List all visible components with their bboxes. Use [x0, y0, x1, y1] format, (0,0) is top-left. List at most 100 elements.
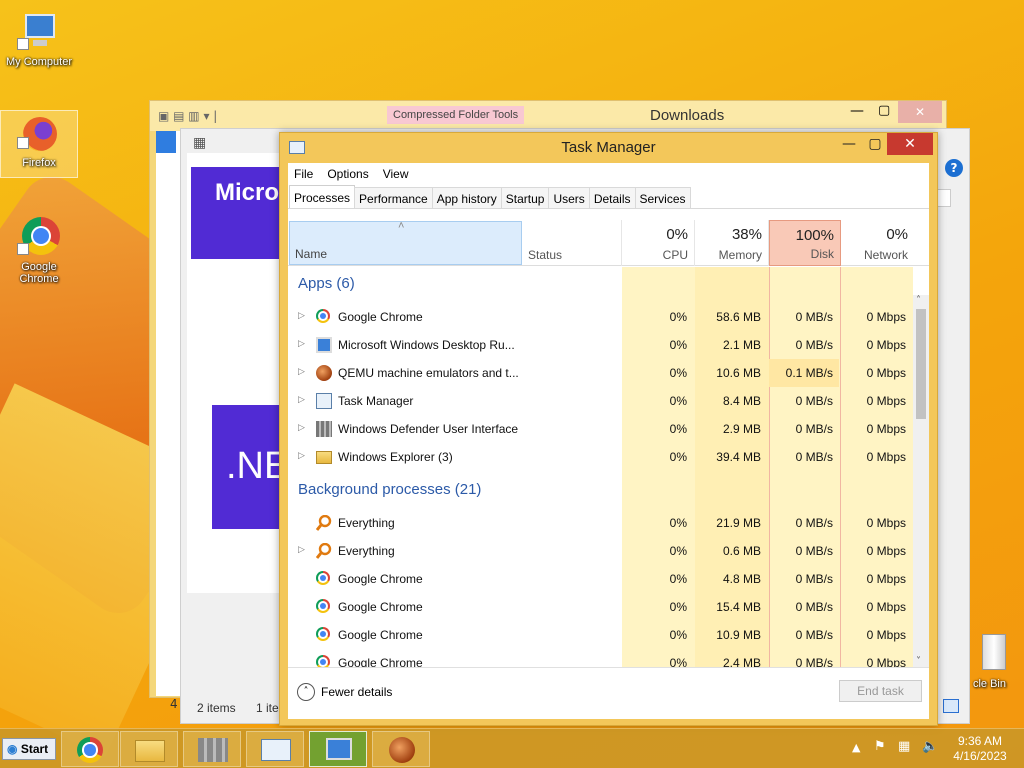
flag-icon[interactable]: ⚑ [874, 739, 886, 754]
process-net-value: 0 Mbps [866, 628, 906, 642]
column-header-disk[interactable]: 100% Disk [769, 220, 841, 266]
process-row[interactable]: Everything 0% 21.9 MB 0 MB/s 0 Mbps [288, 509, 913, 537]
column-header-memory[interactable]: 38% Memory [695, 220, 769, 266]
menu-options[interactable]: Options [327, 167, 368, 181]
process-disk-value: 0 MB/s [795, 516, 833, 530]
qemu-icon [389, 737, 415, 763]
desktop-icon-firefox[interactable]: Firefox [0, 110, 78, 178]
tab-services[interactable]: Services [634, 187, 691, 208]
process-name: Google Chrome [338, 628, 423, 642]
chrome-icon [316, 571, 330, 585]
process-cpu-value: 0% [669, 572, 687, 586]
column-header-network[interactable]: 0% Network [841, 220, 914, 266]
firefox-icon [17, 111, 61, 155]
scroll-up-icon[interactable]: ˄ [916, 295, 921, 306]
task-manager-client: File Options View Processes Performance … [288, 163, 929, 719]
clock[interactable]: 9:36 AM 4/16/2023 [948, 734, 1012, 764]
process-row[interactable]: ▷ Windows Explorer (3) 0% 39.4 MB 0 MB/s 0 Mb… [288, 443, 913, 471]
process-name: Everything [338, 544, 395, 558]
tray-chevron-icon[interactable]: ▲ [852, 741, 860, 754]
computer-icon [17, 10, 61, 54]
process-row[interactable]: Google Chrome 0% 4.8 MB 0 MB/s 0 Mbps [288, 565, 913, 593]
search-icon [315, 542, 332, 559]
help-icon[interactable]: ? [945, 159, 963, 177]
process-row[interactable]: Google Chrome 0% 15.4 MB 0 MB/s 0 Mbps [288, 593, 913, 621]
expand-arrow-icon[interactable]: ▷ [298, 450, 305, 461]
desktop-icon-google-chrome[interactable]: Google Chrome [0, 215, 78, 285]
folder-icon: ▦ [193, 135, 207, 151]
process-row[interactable]: ▷ QEMU machine emulators and t... 0% 10.6 M… [288, 359, 913, 387]
process-disk-value: 0 MB/s [795, 656, 833, 667]
tab-details[interactable]: Details [588, 187, 636, 208]
process-disk-value: 0 MB/s [795, 394, 833, 408]
process-cpu-value: 0% [669, 656, 687, 667]
maximize-button[interactable]: ▢ [878, 103, 890, 118]
scrollbar-thumb[interactable] [916, 309, 926, 419]
expand-arrow-icon[interactable]: ▷ [298, 338, 305, 349]
group-header[interactable]: Apps (6) [298, 275, 355, 292]
task-manager-titlebar[interactable]: Task Manager — ▢ ✕ [280, 133, 937, 161]
network-icon[interactable]: ▦ [898, 739, 910, 754]
tab-startup[interactable]: Startup [500, 187, 550, 208]
taskbar-chrome[interactable] [61, 731, 119, 767]
process-mem-value: 21.9 MB [716, 516, 761, 530]
scroll-down-icon[interactable]: ˅ [916, 656, 921, 667]
taskbar-explorer[interactable] [120, 731, 178, 767]
menu-file[interactable]: File [294, 167, 313, 181]
expand-arrow-icon[interactable]: ▷ [298, 366, 305, 377]
chevron-up-icon[interactable]: ˄ [297, 683, 315, 701]
footer-bar: ˄ Fewer details End task [288, 667, 929, 719]
maximize-button[interactable]: ▢ [860, 133, 890, 155]
task-manager-window[interactable]: Task Manager — ▢ ✕ File Options View Pro… [279, 132, 938, 726]
column-label-cpu: CPU [662, 248, 688, 262]
ribbon-context-tab[interactable]: Compressed Folder Tools [387, 106, 525, 124]
process-row[interactable]: ▷ Google Chrome 0% 58.6 MB 0 MB/s 0 Mbps [288, 303, 913, 331]
taskbar-defender[interactable] [183, 731, 241, 767]
process-disk-value: 0 MB/s [795, 544, 833, 558]
quick-access-icons[interactable]: ▣ ▤ ▥ ▾ | [158, 109, 217, 123]
group-header[interactable]: Background processes (21) [298, 481, 481, 498]
tab-processes[interactable]: Processes [289, 185, 356, 208]
process-row[interactable]: ▷ Windows Defender User Interface 0% 2.9 MB… [288, 415, 913, 443]
taskbar: ◉ Start ▲ ⚑ ▦ 🔈 9:36 AM 4/16/2023 [0, 728, 1024, 768]
taskbar-task-manager[interactable] [246, 731, 304, 767]
process-disk-value: 0 MB/s [795, 600, 833, 614]
column-header-name[interactable]: ˄ Name [289, 220, 522, 265]
tab-app-history[interactable]: App history [431, 187, 502, 208]
expand-arrow-icon[interactable]: ▷ [298, 310, 305, 321]
expand-arrow-icon[interactable]: ▷ [298, 544, 305, 555]
minimize-button[interactable]: — [850, 103, 864, 119]
tab-users[interactable]: Users [548, 187, 590, 208]
taskbar-remote-desktop[interactable] [309, 731, 367, 767]
qemu-icon [316, 365, 332, 381]
process-row[interactable]: ▷ Task Manager 0% 8.4 MB 0 MB/s 0 Mbps [288, 387, 913, 415]
process-row[interactable]: ▷ Microsoft Windows Desktop Ru... 0% 2.1 MB… [288, 331, 913, 359]
start-button[interactable]: ◉ Start [2, 738, 56, 760]
menu-view[interactable]: View [383, 167, 409, 181]
explorer-title: Downloads [650, 107, 725, 124]
process-net-value: 0 Mbps [866, 600, 906, 614]
volume-muted-icon[interactable]: 🔈 [922, 739, 938, 754]
end-task-button[interactable]: End task [839, 680, 922, 702]
column-header-cpu[interactable]: 0% CPU [622, 220, 695, 266]
explorer-titlebar: ▣ ▤ ▥ ▾ | Compressed Folder Tools Downlo… [150, 101, 946, 131]
desktop-icon-label: My Computer [5, 56, 73, 68]
column-header-status[interactable]: Status [522, 220, 622, 266]
view-toggle-icon[interactable] [943, 699, 959, 713]
column-label-disk: Disk [810, 247, 834, 261]
remote-desktop-icon [316, 337, 332, 353]
taskbar-qemu[interactable] [372, 731, 430, 767]
process-row[interactable]: Google Chrome 0% 2.4 MB 0 MB/s 0 Mbps [288, 649, 913, 667]
vertical-scrollbar[interactable]: ˄ ˅ [913, 295, 929, 667]
process-list[interactable]: Apps (6) ▷ Google Chrome 0% 58.6 MB 0 MB/s 0 M… [288, 267, 913, 667]
close-button[interactable]: ✕ [898, 101, 942, 123]
process-row[interactable]: Google Chrome 0% 10.9 MB 0 MB/s 0 Mbps [288, 621, 913, 649]
expand-arrow-icon[interactable]: ▷ [298, 394, 305, 405]
status-selected: 1 ite [256, 701, 279, 715]
expand-arrow-icon[interactable]: ▷ [298, 422, 305, 433]
desktop-icon-my-computer[interactable]: My Computer [0, 10, 78, 68]
process-row[interactable]: ▷ Everything 0% 0.6 MB 0 MB/s 0 Mbps [288, 537, 913, 565]
close-button[interactable]: ✕ [887, 133, 933, 155]
fewer-details-link[interactable]: Fewer details [321, 685, 392, 699]
tab-performance[interactable]: Performance [354, 187, 433, 208]
